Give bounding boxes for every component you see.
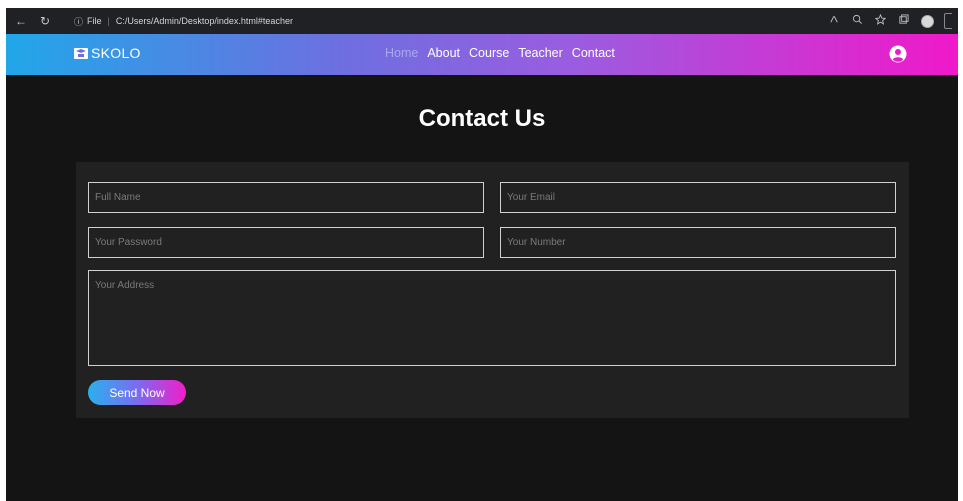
browser-toolbar: ← ↻ ⓘ File | C:/Users/Admin/Desktop/inde…	[6, 8, 958, 34]
url-text[interactable]: C:/Users/Admin/Desktop/index.html#teache…	[116, 16, 293, 26]
file-label: File	[87, 16, 102, 26]
nav-contact[interactable]: Contact	[572, 46, 615, 60]
browser-actions	[817, 13, 958, 29]
address-textarea[interactable]	[88, 270, 896, 366]
full-name-input[interactable]	[88, 182, 484, 213]
nav-course[interactable]: Course	[469, 46, 509, 60]
favorites-icon[interactable]	[874, 13, 887, 28]
address-separator: |	[107, 16, 110, 26]
number-input[interactable]	[500, 227, 896, 258]
nav-about[interactable]: About	[427, 46, 460, 60]
user-circle-icon[interactable]	[889, 45, 907, 63]
send-now-button[interactable]: Send Now	[88, 380, 186, 405]
back-arrow-icon[interactable]: ←	[12, 12, 30, 30]
nav-home[interactable]: Home	[385, 46, 418, 60]
profile-avatar-icon[interactable]	[921, 14, 934, 28]
contact-form: Send Now	[76, 162, 909, 418]
nav-teacher[interactable]: Teacher	[518, 46, 562, 60]
email-input[interactable]	[500, 182, 896, 213]
graduation-cap-icon	[74, 48, 88, 59]
address-bar[interactable]: ⓘ File | C:/Users/Admin/Desktop/index.ht…	[68, 12, 299, 30]
zoom-icon[interactable]	[852, 14, 863, 28]
refresh-icon[interactable]: ↻	[36, 12, 54, 30]
page-title: Contact Us	[418, 105, 546, 132]
read-aloud-icon[interactable]	[829, 14, 840, 28]
main-menu: Home About Course Teacher Contact	[385, 46, 624, 60]
info-icon[interactable]: ⓘ	[74, 15, 83, 28]
browser-window: ← ↻ ⓘ File | C:/Users/Admin/Desktop/inde…	[6, 8, 958, 501]
site-navbar: SKOLO Home About Course Teacher Contact	[6, 34, 958, 75]
sidebar-toggle-icon[interactable]	[944, 13, 952, 29]
brand-name: SKOLO	[91, 45, 141, 61]
collections-icon[interactable]	[898, 14, 909, 28]
brand-logo[interactable]: SKOLO	[73, 45, 141, 61]
password-input[interactable]	[88, 227, 484, 258]
